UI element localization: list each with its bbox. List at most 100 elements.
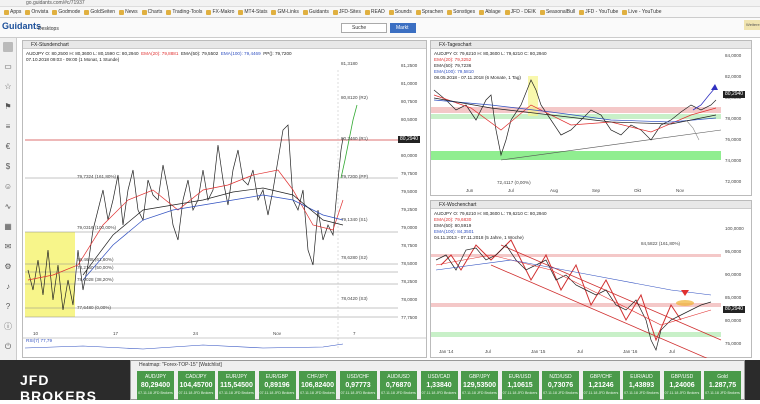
star-icon[interactable]: ☆ xyxy=(3,82,13,92)
folder-icon xyxy=(332,9,338,15)
tile-value: 115,54500 xyxy=(220,382,253,389)
heatmap-tile[interactable]: EUR/GBP 0,89196 07.11.18 JFD Brokers xyxy=(258,371,296,400)
heatmap-tile[interactable]: USD/CHF 0,97773 07.11.18 JFD Brokers xyxy=(339,371,377,400)
monitor-icon[interactable]: ▭ xyxy=(3,62,13,72)
tile-name: Gold xyxy=(717,374,728,380)
heatmap-tile[interactable]: CAD/JPY 104,45700 07.11.18 JFD Brokers xyxy=(177,371,215,400)
bell-icon[interactable]: ♪ xyxy=(3,282,13,292)
level-label: 81,3180 xyxy=(341,61,358,66)
axis-tick-label: Jul xyxy=(508,188,514,193)
other-bookmarks-button[interactable]: Weitere Lesez. xyxy=(744,20,760,30)
tile-source: 07.11.18 JFD Brokers xyxy=(624,391,659,395)
settings-icon[interactable]: ⚙ xyxy=(3,262,13,272)
axis-tick-label: 78,0000 xyxy=(401,297,418,302)
heatmap-tile[interactable]: NZD/USD 0,73076 07.11.18 JFD Brokers xyxy=(542,371,579,400)
heatmap-tile[interactable]: EUR/USD 1,10615 07.11.18 JFD Brokers xyxy=(501,371,539,400)
bookmark-item[interactable]: SeasonalBull xyxy=(539,9,575,15)
heatmap-tile[interactable]: GBP/USD 1,24006 07.11.18 JFD Brokers xyxy=(663,371,701,400)
fib-label: 78,0028 (38,20%) xyxy=(77,277,114,282)
bookmark-item[interactable]: GM-Links xyxy=(271,9,299,15)
bookmark-item[interactable]: Sprachen xyxy=(415,9,443,15)
bookmark-item[interactable]: Onvista xyxy=(25,9,48,15)
folder-icon xyxy=(504,9,510,15)
axis-tick-label: Okt xyxy=(634,188,642,193)
heatmap-tile[interactable]: GBP/CHF 1,21246 07.11.18 JFD Brokers xyxy=(582,371,620,400)
news-icon[interactable]: ≡ xyxy=(3,122,13,132)
euro-icon[interactable]: € xyxy=(3,142,13,152)
heatmap-tile[interactable]: AUD/JPY 80,29400 07.11.18 JFD Brokers xyxy=(137,371,174,400)
chart-icon[interactable]: ∿ xyxy=(3,202,13,212)
tile-name: EUR/USD xyxy=(508,374,532,380)
ema100-line xyxy=(435,259,712,296)
bookmark-item[interactable]: JFD - YouTube xyxy=(579,9,618,15)
axis-tick-label: 17 xyxy=(113,331,119,336)
chat-icon[interactable]: ✉ xyxy=(3,242,13,252)
weekly-chart-canvas[interactable] xyxy=(431,210,751,358)
axis-tick-label: Nov xyxy=(676,188,685,193)
channel-lower xyxy=(490,264,708,358)
dollar-icon[interactable]: $ xyxy=(3,162,13,172)
axis-tick-label: 80,5000 xyxy=(401,117,418,122)
bookmark-item[interactable]: Sounds xyxy=(388,9,412,15)
info-icon[interactable]: ⓘ xyxy=(3,322,13,332)
heatmap-tile[interactable]: USD/CAD 1,33840 07.11.18 JFD Brokers xyxy=(420,371,458,400)
desktops-tab[interactable]: Desktops xyxy=(38,26,62,34)
address-bar[interactable]: go.guidants.com/#c/71937 xyxy=(0,0,760,7)
search-input[interactable]: Suche xyxy=(341,23,387,33)
channel-upper xyxy=(500,244,722,341)
heatmap-tile[interactable]: CHF/JPY 106,82400 07.11.18 JFD Brokers xyxy=(299,371,336,400)
fib-label: 78,4648 (61,80%) xyxy=(77,257,114,262)
bookmark-item[interactable]: GoldSeiten xyxy=(84,9,115,15)
axis-tick-label: Jul xyxy=(485,349,491,354)
bookmark-item[interactable]: Charts xyxy=(141,9,162,15)
user-icon[interactable]: ☺ xyxy=(3,182,13,192)
heatmap-tile[interactable]: EUR/AUD 1,43893 07.11.18 JFD Brokers xyxy=(623,371,660,400)
axis-tick-label: 78,7500 xyxy=(401,243,418,248)
guidants-logo[interactable]: Guidants xyxy=(2,21,41,33)
bookmark-label: Guidants xyxy=(308,9,329,15)
heatmap-tile[interactable]: GBP/JPY 129,53500 07.11.18 JFD Brokers xyxy=(461,371,498,400)
bookmark-item[interactable]: JFD-Sites xyxy=(332,9,361,15)
help-icon[interactable]: ? xyxy=(3,302,13,312)
bookmark-item[interactable]: Ablage xyxy=(479,9,501,15)
bookmark-item[interactable]: FX-Makro xyxy=(206,9,234,15)
bookmark-item[interactable]: Godmode xyxy=(52,9,80,15)
axis-tick-label: 77,7500 xyxy=(401,315,418,320)
bookmark-label: FX-Makro xyxy=(212,9,235,15)
bookmark-item[interactable]: News xyxy=(119,9,138,15)
folder-icon xyxy=(271,9,277,15)
bookmark-item[interactable]: READ xyxy=(364,9,385,15)
logout-icon[interactable]: ⏻ xyxy=(3,342,13,352)
axis-tick-label: 80,0000 xyxy=(725,318,742,323)
tile-value: 1,10615 xyxy=(507,382,533,389)
markt-button[interactable]: Markt xyxy=(390,23,416,33)
ema100-legend: EMA(100): 84,3501 xyxy=(434,229,474,234)
bookmark-item[interactable]: Apps xyxy=(4,9,21,15)
bookmark-item[interactable]: Trading-Tools xyxy=(166,9,202,15)
fib-label: 79,0316 (100,00%) xyxy=(77,225,117,230)
axis-tick-label: 78,5000 xyxy=(401,261,418,266)
level-label: 78,6280 (S2) xyxy=(341,255,368,260)
tile-source: 07.11.18 JFD Brokers xyxy=(705,391,740,395)
bookmark-item[interactable]: Live - YouTube xyxy=(622,9,661,15)
heatmap-tile[interactable]: AUD/USD 0,76870 07.11.18 JFD Brokers xyxy=(380,371,417,400)
axis-tick-label: 81,0000 xyxy=(401,81,418,86)
flag-icon[interactable]: ⚑ xyxy=(3,102,13,112)
heatmap-tile[interactable]: Gold 1.287,75 07.11.18 JFD Brokers xyxy=(704,371,741,400)
daily-chart-canvas[interactable] xyxy=(431,50,751,196)
pp-projection xyxy=(340,104,358,179)
bookmark-item[interactable]: Sonstiges xyxy=(447,9,475,15)
bookmark-item[interactable]: JFD - DEIK xyxy=(504,9,536,15)
support-zone xyxy=(431,151,721,160)
fib-zone xyxy=(25,232,75,317)
fib-label: 78,2160 (50,00%) xyxy=(77,265,114,270)
heatmap-tile[interactable]: EUR/JPY 115,54500 07.11.18 JFD Brokers xyxy=(218,371,255,400)
bookmark-item[interactable]: Guidants xyxy=(302,9,329,15)
bookmark-item[interactable]: MT4-Stats xyxy=(238,9,267,15)
calendar-icon[interactable]: ▦ xyxy=(3,222,13,232)
bookmark-label: Ablage xyxy=(485,9,501,15)
avatar[interactable] xyxy=(3,42,13,52)
axis-tick-label: Jan '16 xyxy=(623,349,638,354)
ohlc-line: AUDJPY O: 79,6210 H: 80,3600 L: 79,6210 … xyxy=(434,51,547,56)
axis-tick-label: 75,0000 xyxy=(725,341,742,346)
